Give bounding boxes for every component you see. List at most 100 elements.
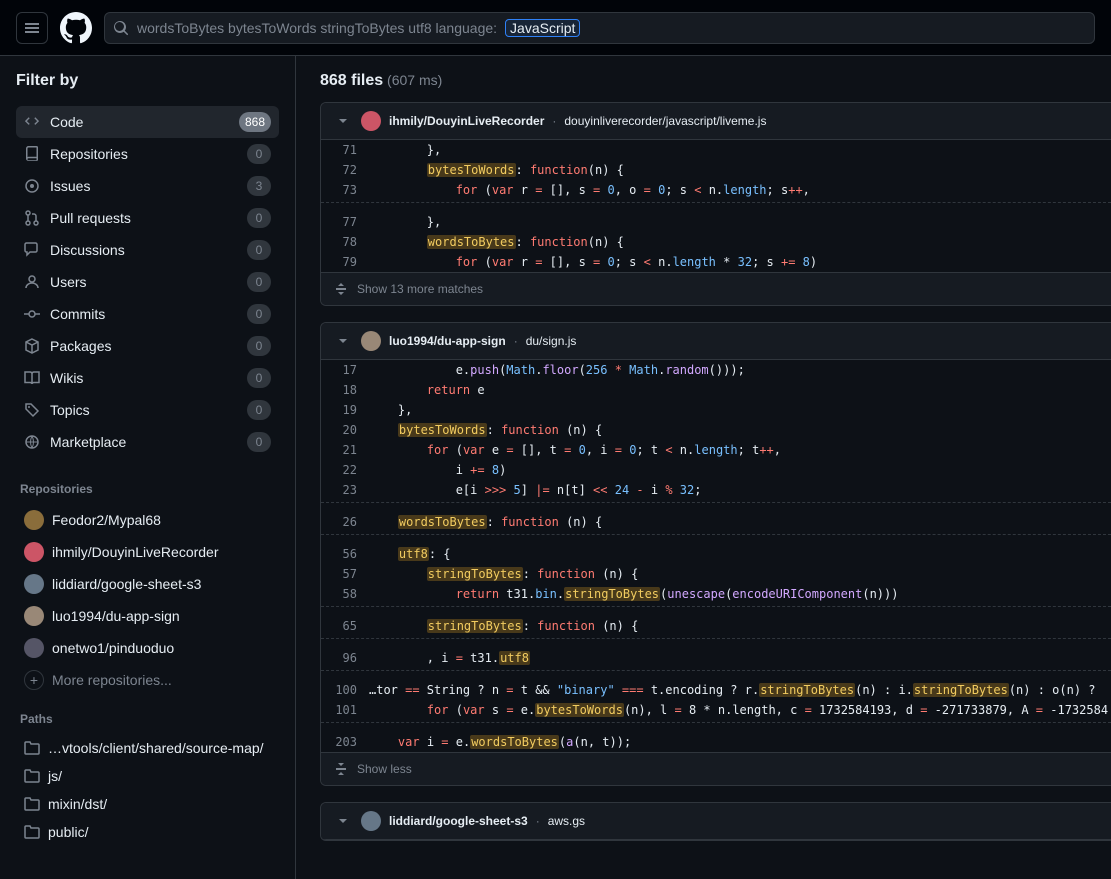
path-filter-item[interactable]: mixin/dst/	[16, 790, 279, 818]
collapse-toggle[interactable]	[333, 811, 353, 831]
repo-filter-item[interactable]: ihmily/DouyinLiveRecorder	[16, 536, 279, 568]
result-card: liddiard/google-sheet-s3 · aws.gs	[320, 802, 1111, 841]
folder-icon	[24, 740, 40, 756]
folder-icon	[24, 768, 40, 784]
filter-type-label: Repositories	[50, 146, 237, 162]
filter-type-count: 0	[247, 304, 271, 324]
filter-type-label: Topics	[50, 402, 237, 418]
filter-type-issues[interactable]: Issues 3	[16, 170, 279, 202]
result-header: liddiard/google-sheet-s3 · aws.gs	[321, 803, 1111, 840]
path-label: js/	[48, 768, 62, 784]
filter-type-discussions[interactable]: Discussions 0	[16, 234, 279, 266]
path-label: …vtools/client/shared/source-map/	[48, 740, 264, 756]
hamburger-menu-button[interactable]	[16, 12, 48, 44]
filter-type-count: 0	[247, 240, 271, 260]
result-file-link[interactable]: du/sign.js	[526, 334, 577, 348]
repos-section-title: Repositories	[20, 482, 279, 496]
filter-type-label: Marketplace	[50, 434, 237, 450]
code-block[interactable]: 71 }, 72 bytesToWords: function(n) { 73 …	[321, 140, 1111, 272]
search-box[interactable]: wordsToBytes bytesToWords stringToBytes …	[104, 12, 1095, 44]
repo-filter-item[interactable]: luo1994/du-app-sign	[16, 600, 279, 632]
user-icon	[24, 274, 40, 290]
commit-icon	[24, 306, 40, 322]
separator: ·	[536, 814, 540, 828]
filter-type-label: Code	[50, 114, 229, 130]
show-less-button[interactable]: Show less	[321, 752, 1111, 785]
result-header: luo1994/du-app-sign · du/sign.js	[321, 323, 1111, 360]
code-block[interactable]: 17 e.push(Math.floor(256 * Math.random()…	[321, 360, 1111, 752]
filter-type-wikis[interactable]: Wikis 0	[16, 362, 279, 394]
path-filter-item[interactable]: public/	[16, 818, 279, 846]
filter-type-count: 0	[247, 432, 271, 452]
hamburger-icon	[24, 20, 40, 36]
issue-icon	[24, 178, 40, 194]
github-logo[interactable]	[60, 12, 92, 44]
chevron-down-icon	[337, 335, 349, 347]
filter-type-label: Commits	[50, 306, 237, 322]
avatar	[24, 574, 44, 594]
result-repo-link[interactable]: liddiard/google-sheet-s3	[389, 814, 528, 828]
filter-type-count: 3	[247, 176, 271, 196]
avatar	[24, 542, 44, 562]
filter-type-repositories[interactable]: Repositories 0	[16, 138, 279, 170]
filter-type-count: 0	[247, 272, 271, 292]
filter-type-users[interactable]: Users 0	[16, 266, 279, 298]
repo-filter-item[interactable]: onetwo1/pinduoduo	[16, 632, 279, 664]
filter-type-count: 0	[247, 144, 271, 164]
result-repo-link[interactable]: luo1994/du-app-sign	[389, 334, 506, 348]
filter-title: Filter by	[16, 72, 279, 90]
result-repo-link[interactable]: ihmily/DouyinLiveRecorder	[389, 114, 544, 128]
fold-icon	[333, 761, 349, 777]
main-content: 868 files (607 ms) ihmily/DouyinLiveReco…	[296, 56, 1111, 879]
unfold-icon	[333, 281, 349, 297]
more-repositories-button[interactable]: + More repositories...	[16, 664, 279, 696]
filter-type-pullrequests[interactable]: Pull requests 0	[16, 202, 279, 234]
filter-type-packages[interactable]: Packages 0	[16, 330, 279, 362]
filter-type-code[interactable]: Code 868	[16, 106, 279, 138]
filter-type-commits[interactable]: Commits 0	[16, 298, 279, 330]
repo-filter-item[interactable]: Feodor2/Mypal68	[16, 504, 279, 536]
filter-type-label: Pull requests	[50, 210, 237, 226]
show-more-label: Show 13 more matches	[357, 282, 483, 296]
result-file-link[interactable]: aws.gs	[548, 814, 585, 828]
search-icon	[113, 20, 129, 36]
show-more-button[interactable]: Show 13 more matches	[321, 272, 1111, 305]
avatar	[361, 331, 381, 351]
plus-circle-icon: +	[24, 670, 44, 690]
path-label: mixin/dst/	[48, 796, 107, 812]
result-header: ihmily/DouyinLiveRecorder · douyinlivere…	[321, 103, 1111, 140]
filter-type-count: 868	[239, 112, 271, 132]
avatar	[24, 510, 44, 530]
more-repositories-label: More repositories...	[52, 672, 172, 688]
result-card: luo1994/du-app-sign · du/sign.js 17 e.pu…	[320, 322, 1111, 786]
filter-type-label: Packages	[50, 338, 237, 354]
collapse-toggle[interactable]	[333, 111, 353, 131]
repo-filter-item[interactable]: liddiard/google-sheet-s3	[16, 568, 279, 600]
chevron-down-icon	[337, 115, 349, 127]
avatar	[361, 111, 381, 131]
filter-type-label: Wikis	[50, 370, 237, 386]
discussion-icon	[24, 242, 40, 258]
filter-type-label: Issues	[50, 178, 237, 194]
repo-name: ihmily/DouyinLiveRecorder	[52, 544, 271, 560]
paths-section-title: Paths	[20, 712, 279, 726]
sidebar: Filter by Code 868 Repositories 0 Issues…	[0, 56, 296, 879]
path-filter-item[interactable]: js/	[16, 762, 279, 790]
search-query-text: wordsToBytes bytesToWords stringToBytes …	[137, 20, 497, 36]
repo-icon	[24, 146, 40, 162]
topic-icon	[24, 402, 40, 418]
results-count: 868 files	[320, 72, 383, 89]
filter-type-topics[interactable]: Topics 0	[16, 394, 279, 426]
result-card: ihmily/DouyinLiveRecorder · douyinlivere…	[320, 102, 1111, 306]
chevron-down-icon	[337, 815, 349, 827]
collapse-toggle[interactable]	[333, 331, 353, 351]
filter-type-marketplace[interactable]: Marketplace 0	[16, 426, 279, 458]
filter-type-count: 0	[247, 208, 271, 228]
separator: ·	[552, 114, 556, 128]
path-filter-item[interactable]: …vtools/client/shared/source-map/	[16, 734, 279, 762]
avatar	[24, 638, 44, 658]
result-file-link[interactable]: douyinliverecorder/javascript/liveme.js	[564, 114, 766, 128]
filter-type-count: 0	[247, 400, 271, 420]
avatar	[361, 811, 381, 831]
package-icon	[24, 338, 40, 354]
